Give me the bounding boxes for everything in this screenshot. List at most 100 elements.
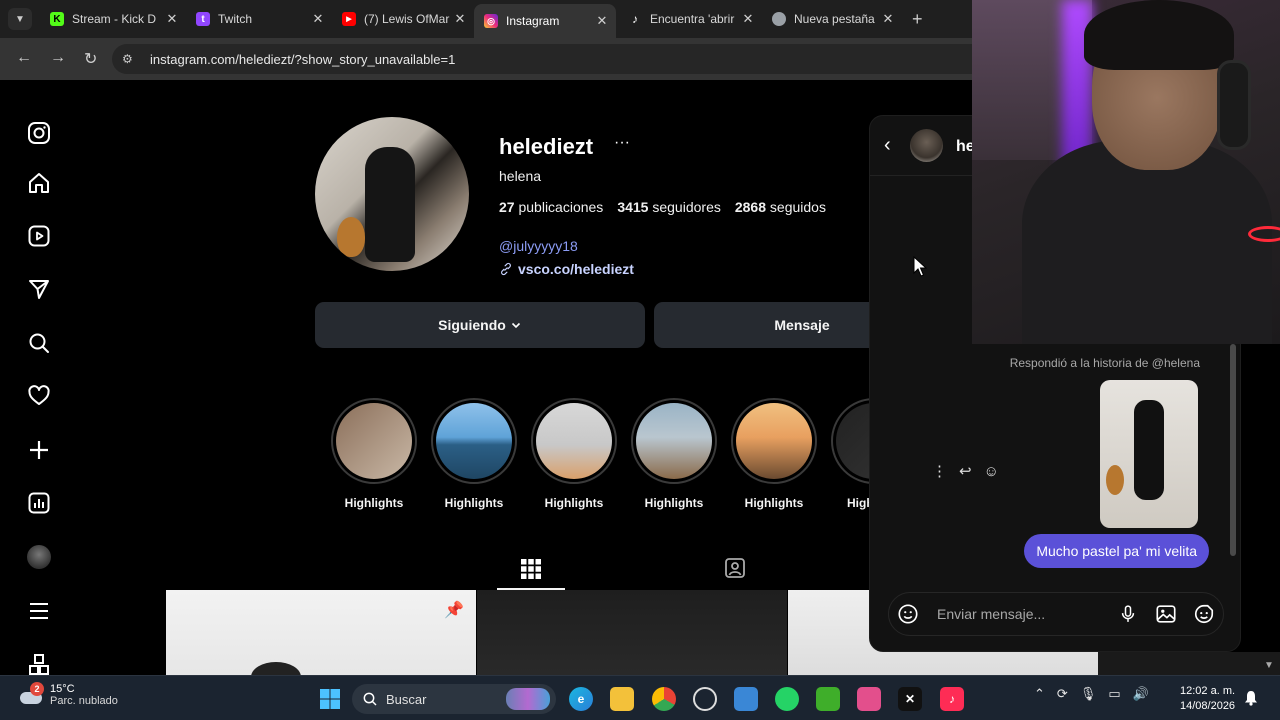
tab-kick[interactable]: K Stream - Kick D ✕ (40, 4, 186, 34)
posts-grid-tab[interactable] (497, 550, 565, 590)
scroll-down-arrow-icon[interactable]: ▼ (1264, 660, 1274, 671)
home-icon[interactable] (24, 168, 54, 198)
reels-icon[interactable] (24, 221, 54, 251)
windows-start-icon[interactable] (318, 687, 342, 711)
search-highlight-icon (506, 688, 550, 710)
link-text: vsco.co/helediezt (518, 261, 634, 277)
post-thumbnail[interactable]: 📌 (166, 590, 476, 675)
tab-new[interactable]: Nueva pestaña ✕ (762, 4, 902, 34)
highlight-label: Highlights (544, 496, 604, 510)
close-icon[interactable]: ✕ (164, 11, 180, 27)
reload-icon[interactable]: ↻ (84, 49, 97, 69)
taskbar-search[interactable]: Buscar (352, 684, 556, 714)
edge-icon[interactable]: e (569, 687, 593, 711)
profile-avatar-icon[interactable] (24, 542, 54, 572)
dm-avatar[interactable] (910, 129, 943, 162)
new-tab-icon[interactable]: + (912, 9, 923, 30)
dm-scrollbar[interactable] (1230, 344, 1236, 556)
highlight-item[interactable]: Highlights (631, 398, 717, 510)
profile-avatar[interactable] (315, 117, 469, 271)
chrome-icon[interactable] (652, 687, 676, 711)
highlight-label: Highlights (744, 496, 804, 510)
close-icon[interactable]: ✕ (594, 13, 610, 29)
highlight-item[interactable]: Highlights (531, 398, 617, 510)
store-icon[interactable] (734, 687, 758, 711)
search-icon[interactable] (24, 328, 54, 358)
minecraft-icon[interactable] (816, 687, 840, 711)
back-chevron-icon[interactable]: ‹ (884, 134, 891, 157)
message-bubble[interactable]: Mucho pastel pa' mi velita (1024, 534, 1209, 568)
address-bar[interactable]: ⚙ instagram.com/helediezt/?show_story_un… (112, 44, 972, 74)
highlight-item[interactable]: Highlights (731, 398, 817, 510)
file-explorer-icon[interactable] (610, 687, 634, 711)
tab-tiktok[interactable]: ♪ Encuentra 'abrir ✕ (618, 4, 762, 34)
tiktok-icon[interactable]: ♪ (940, 687, 964, 711)
following-stat[interactable]: 2868 seguidos (735, 199, 826, 215)
back-arrow-icon[interactable]: ← (16, 49, 32, 67)
posts-label: publicaciones (518, 199, 604, 215)
site-settings-icon[interactable]: ⚙ (122, 52, 140, 66)
highlight-item[interactable]: Highlights (431, 398, 517, 510)
twitch-icon: t (196, 12, 210, 26)
direct-messages-icon[interactable] (24, 274, 54, 304)
chrome-icon (772, 12, 786, 26)
menu-hamburger-icon[interactable] (24, 596, 54, 626)
create-plus-icon[interactable] (24, 435, 54, 465)
chevron-down-icon (511, 322, 520, 329)
youtube-icon: ▶ (342, 12, 356, 26)
network-icon[interactable]: ▭ (1108, 686, 1120, 702)
microphone-icon[interactable]: 🎙 (1080, 686, 1097, 702)
steam-icon[interactable] (693, 687, 717, 711)
close-icon[interactable]: ✕ (880, 11, 896, 27)
windows-taskbar: 2 15°C Parc. nublado Buscar e ✕ ♪ ⌃ ⟳ 🎙 … (0, 675, 1280, 720)
sync-icon[interactable]: ⟳ (1057, 686, 1068, 702)
instagram-icon: ◎ (484, 14, 498, 28)
close-icon[interactable]: ✕ (310, 11, 326, 27)
following-button-label: Siguiendo (438, 317, 506, 333)
more-vertical-icon[interactable]: ⋮ (932, 462, 947, 480)
forward-arrow-icon[interactable]: → (50, 49, 66, 67)
whatsapp-icon[interactable] (775, 687, 799, 711)
close-icon[interactable]: ✕ (452, 11, 468, 27)
capcut-icon[interactable]: ✕ (898, 687, 922, 711)
react-emoji-icon[interactable]: ☺ (984, 463, 999, 480)
following-count: 2868 (734, 199, 767, 215)
post-thumbnail[interactable] (477, 590, 787, 675)
highlight-item[interactable]: Highlights (331, 398, 417, 510)
highlight-item[interactable]: High (831, 398, 871, 510)
link-icon (501, 262, 511, 276)
dashboard-icon[interactable] (24, 488, 54, 518)
tab-instagram[interactable]: ◎ Instagram ✕ (474, 4, 616, 38)
microphone-icon[interactable] (1117, 603, 1139, 625)
tagged-person-icon (725, 558, 745, 578)
more-apps-icon[interactable] (24, 650, 54, 675)
close-icon[interactable]: ✕ (740, 11, 756, 27)
following-button[interactable]: Siguiendo (315, 302, 645, 348)
reply-arrow-icon[interactable]: ↩ (959, 462, 972, 480)
chevron-up-icon[interactable]: ⌃ (1034, 686, 1045, 702)
image-icon[interactable] (1155, 603, 1177, 625)
search-icon (363, 692, 377, 706)
tab-twitch[interactable]: t Twitch ✕ (186, 4, 332, 34)
bio-mention-link[interactable]: @julyyyyy18 (499, 238, 578, 254)
volume-icon[interactable]: 🔊 (1133, 686, 1149, 702)
weather-widget[interactable]: 2 15°C Parc. nublado (18, 682, 118, 708)
story-preview-image[interactable] (1100, 380, 1198, 528)
message-input[interactable]: Enviar mensaje... (888, 592, 1224, 636)
notifications-bell-icon[interactable] (1244, 690, 1258, 711)
sticker-icon[interactable] (1193, 603, 1215, 625)
tagged-tab[interactable] (720, 553, 750, 583)
notifications-heart-icon[interactable] (24, 381, 54, 411)
tab-search-dropdown[interactable]: ▼ (8, 8, 32, 30)
emoji-icon[interactable] (897, 603, 919, 625)
more-options-icon[interactable]: ··· (614, 134, 630, 152)
instagram-logo-icon[interactable] (24, 118, 54, 148)
tab-label: Twitch (218, 12, 253, 26)
followers-stat[interactable]: 3415 seguidores (617, 199, 721, 215)
guitar-shape (337, 217, 365, 257)
system-clock[interactable]: 12:02 a. m. 14/08/2026 (1180, 684, 1235, 714)
posts-stat[interactable]: 27 publicaciones (499, 199, 603, 215)
tab-youtube[interactable]: ▶ (7) Lewis OfMar ✕ (332, 4, 474, 34)
bio-external-link[interactable]: vsco.co/helediezt (499, 261, 634, 277)
obs-game-icon[interactable] (857, 687, 881, 711)
